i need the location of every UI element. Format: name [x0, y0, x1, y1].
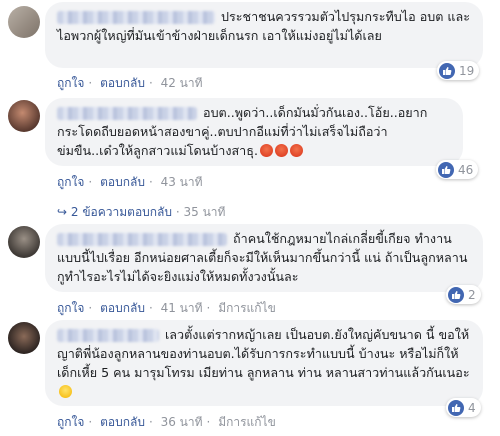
like-button[interactable]: ถูกใจ: [57, 175, 84, 189]
reaction-count[interactable]: 4: [446, 398, 481, 417]
comment-bubble: ถ้าคนใช้กฎหมายไกล่เกลี่ยขี้เกียจ ทำงานแบ…: [45, 224, 483, 292]
angry-emoji-icon: [274, 144, 288, 157]
reply-button[interactable]: ตอบกลับ: [100, 76, 145, 90]
comment-timestamp[interactable]: 42 นาที: [161, 76, 203, 90]
comment-actions: ถูกใจ · ตอบกลับ · 42 นาที: [57, 76, 203, 90]
reaction-count[interactable]: 19: [437, 61, 480, 80]
comment-body: เลวตั้งแต่รากหญ้าเลย เป็นอบต.ยังใหญ่คับข…: [57, 325, 471, 401]
comment-list: ประชาชนควรรวมตัวไปรุมกระทืบไอ อบต และไอพ…: [0, 0, 500, 436]
like-button[interactable]: ถูกใจ: [57, 415, 84, 429]
comment-body: อบต..พูดว่า..เด็กมันมั่วกันเอง..โอ้ย..อย…: [57, 103, 451, 160]
angry-emoji-icon: [259, 144, 273, 157]
comment-actions: ถูกใจ · ตอบกลับ · 43 นาที: [57, 175, 203, 189]
commenter-name[interactable]: [57, 107, 197, 120]
reply-button[interactable]: ตอบกลับ: [100, 175, 145, 189]
angry-emoji-icon: [289, 144, 303, 157]
commenter-name[interactable]: [57, 11, 215, 24]
edited-label[interactable]: มีการแก้ไข: [218, 415, 276, 429]
comment-bubble: ประชาชนควรรวมตัวไปรุมกระทืบไอ อบต และไอพ…: [45, 2, 483, 68]
reply-button[interactable]: ตอบกลับ: [100, 415, 145, 429]
smile-emoji-icon: [59, 385, 72, 398]
commenter-name[interactable]: [57, 233, 227, 246]
reply-arrow-icon: ↪: [57, 205, 68, 219]
like-icon: [448, 286, 464, 303]
comment-body: ประชาชนควรรวมตัวไปรุมกระทืบไอ อบต และไอพ…: [57, 7, 471, 45]
avatar[interactable]: [8, 100, 40, 132]
replies-timestamp: 35 นาที: [183, 205, 226, 219]
reaction-number: 2: [468, 287, 476, 302]
avatar[interactable]: [8, 226, 40, 258]
comment-bubble: อบต..พูดว่า..เด็กมันมั่วกันเอง..โอ้ย..อย…: [45, 98, 463, 166]
reaction-number: 4: [468, 400, 476, 415]
comment-bubble: เลวตั้งแต่รากหญ้าเลย เป็นอบต.ยังใหญ่คับข…: [45, 320, 483, 406]
avatar[interactable]: [8, 322, 40, 354]
view-replies-link[interactable]: ↪ 2 ข้อความตอบกลับ · 35 นาที: [57, 203, 225, 222]
comment-actions: ถูกใจ · ตอบกลับ · 41 นาที · มีการแก้ไข: [57, 301, 276, 315]
comment-actions: ถูกใจ · ตอบกลับ · 36 นาที · มีการแก้ไข: [57, 415, 276, 429]
like-button[interactable]: ถูกใจ: [57, 301, 84, 315]
avatar[interactable]: [8, 6, 40, 38]
comment-timestamp[interactable]: 43 นาที: [161, 175, 203, 189]
reply-button[interactable]: ตอบกลับ: [100, 301, 145, 315]
comment-timestamp[interactable]: 36 นาที: [161, 415, 203, 429]
reaction-number: 19: [459, 63, 475, 78]
reaction-count[interactable]: 2: [446, 285, 481, 304]
like-button[interactable]: ถูกใจ: [57, 76, 84, 90]
reaction-number: 46: [458, 162, 474, 177]
reaction-count[interactable]: 46: [436, 160, 479, 179]
replies-count[interactable]: 2 ข้อความตอบกลับ: [71, 205, 172, 219]
commenter-name[interactable]: [57, 329, 159, 342]
comment-timestamp[interactable]: 41 นาที: [161, 301, 203, 315]
comment-body: ถ้าคนใช้กฎหมายไกล่เกลี่ยขี้เกียจ ทำงานแบ…: [57, 229, 471, 286]
like-icon: [439, 62, 455, 79]
like-icon: [448, 399, 464, 416]
like-icon: [438, 161, 454, 178]
edited-label[interactable]: มีการแก้ไข: [218, 301, 276, 315]
